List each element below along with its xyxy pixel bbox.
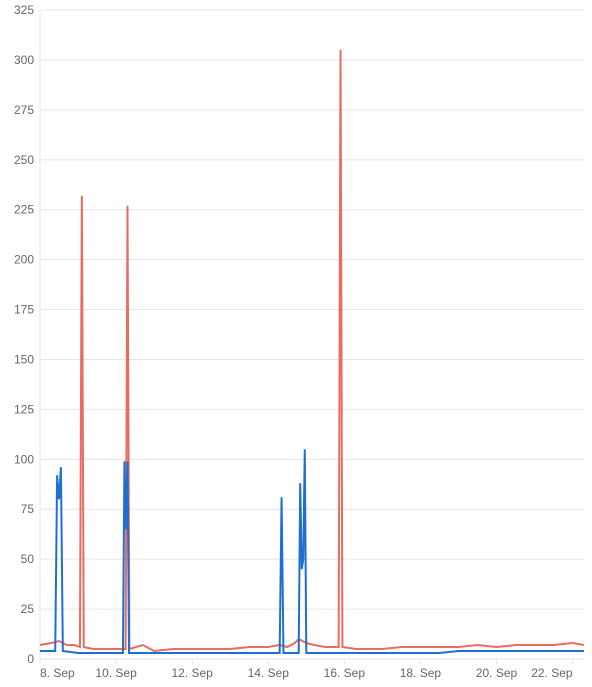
y-tick-label: 325 <box>14 3 34 17</box>
x-tick-label: 8. Sep <box>40 666 75 680</box>
series-red <box>40 50 584 651</box>
x-tick-label: 18. Sep <box>400 666 442 680</box>
y-tick-label: 75 <box>21 502 35 516</box>
chart-svg: 0 25 50 75 100 125 150 175 200 225 250 275 300 325 8. … <box>0 0 592 687</box>
y-tick-label: 250 <box>14 153 34 167</box>
x-tick-label: 20. Sep <box>476 666 518 680</box>
y-tick-label: 300 <box>14 53 34 67</box>
y-tick-label: 50 <box>21 552 35 566</box>
y-tick-label: 275 <box>14 103 34 117</box>
x-tick-label: 22. Sep <box>531 666 573 680</box>
y-tick-label: 200 <box>14 253 34 267</box>
y-tick-label: 100 <box>14 452 34 466</box>
grid <box>40 10 584 659</box>
x-tick-label: 14. Sep <box>248 666 290 680</box>
series-blue <box>40 449 584 653</box>
y-axis: 0 25 50 75 100 125 150 175 200 225 250 275 300 325 <box>14 3 40 666</box>
y-tick-label: 0 <box>27 652 34 666</box>
x-axis: 8. Sep 10. Sep 12. Sep 14. Sep 16. Sep 18. Se… <box>40 659 584 680</box>
x-tick-label: 12. Sep <box>171 666 213 680</box>
x-tick-label: 16. Sep <box>324 666 366 680</box>
y-tick-label: 150 <box>14 352 34 366</box>
series-group <box>40 50 584 653</box>
y-tick-label: 225 <box>14 203 34 217</box>
line-chart: 0 25 50 75 100 125 150 175 200 225 250 275 300 325 8. … <box>0 0 592 687</box>
y-tick-label: 175 <box>14 303 34 317</box>
y-tick-label: 25 <box>21 602 35 616</box>
y-tick-label: 125 <box>14 402 34 416</box>
x-tick-label: 10. Sep <box>95 666 137 680</box>
